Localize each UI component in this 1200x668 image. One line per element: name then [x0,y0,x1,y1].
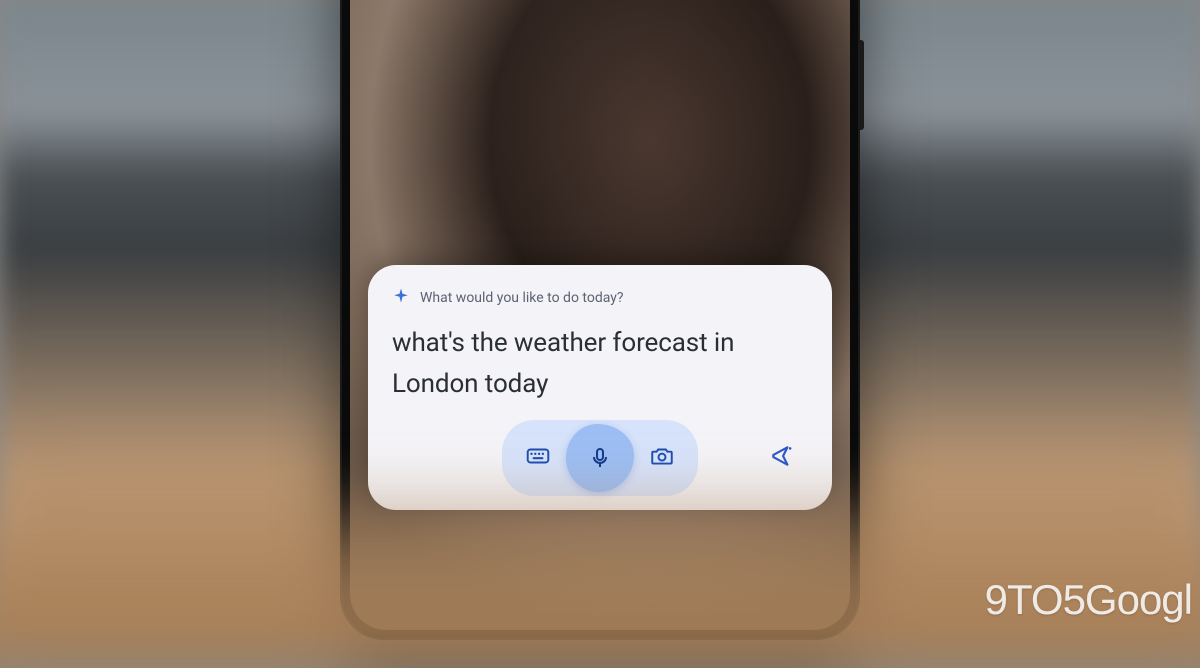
phone-power-button [860,40,864,130]
assistant-card: What would you like to do today? what's … [368,265,832,510]
input-mode-pill [502,420,698,496]
voice-transcript[interactable]: what's the weather forecast in London to… [392,323,808,404]
send-button[interactable] [762,438,802,478]
send-icon [769,443,795,473]
watermark: 9TO5Googl [985,576,1192,624]
assistant-action-row [392,426,808,490]
camera-button[interactable] [634,434,690,482]
phone-screen: What would you like to do today? what's … [350,0,850,630]
assistant-prompt: What would you like to do today? [420,290,624,306]
phone-frame: What would you like to do today? what's … [340,0,860,640]
keyboard-icon [525,443,551,473]
keyboard-button[interactable] [510,434,566,482]
assistant-header: What would you like to do today? [392,287,808,309]
camera-icon [649,443,675,473]
sparkle-icon [392,287,410,309]
microphone-button[interactable] [566,426,634,490]
